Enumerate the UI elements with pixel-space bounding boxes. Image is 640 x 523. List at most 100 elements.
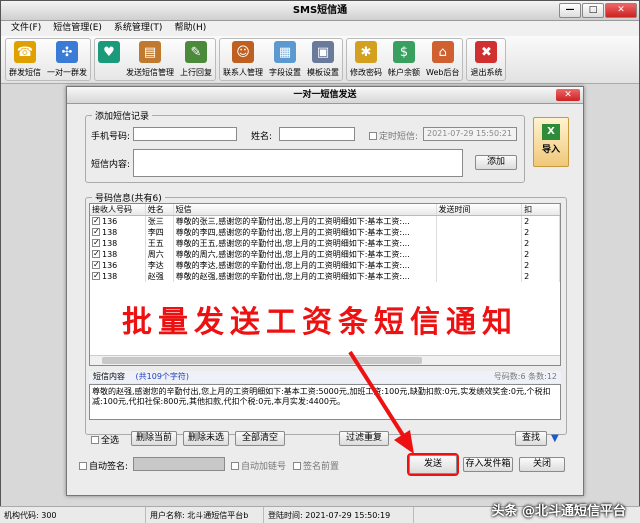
row-checkbox[interactable] [92, 227, 100, 237]
auto-add-num-box[interactable] [231, 462, 239, 470]
password-icon: ✱ [355, 41, 377, 63]
toolbar-label: 发送短信管理 [126, 68, 174, 77]
toolbar-group3: ☺ 联系人管理 ▦ 字段设置 ▣ 模板设置 [219, 38, 343, 81]
sms-preview[interactable]: 尊敬的赵强,感谢您的辛勤付出,您上月的工资明细如下:基本工资:5000元,加班工… [89, 384, 561, 420]
toolbar-button-fields[interactable]: ▦ 字段设置 [266, 39, 304, 80]
select-all-checkbox[interactable]: 全选 [91, 433, 119, 446]
table-row[interactable]: 138 李四尊敬的李四,感谢您的辛勤付出,您上月的工资明细如下:基本工资:... 2 [90, 227, 560, 238]
save-outbox-button[interactable]: 存入发件箱 [463, 457, 513, 472]
toolbar-group4: ✱ 修改密码 $ 帐户余额 ⌂ Web后台 [346, 38, 464, 81]
col-send-time[interactable]: 发送时间 [437, 204, 523, 215]
heart-icon: ♥ [98, 41, 120, 63]
row-phone: 136 [102, 217, 118, 226]
table-row[interactable]: 136 李达尊敬的李达,感谢您的辛勤付出,您上月的工资明细如下:基本工资:... 2 [90, 260, 560, 271]
toolbar-button-exit[interactable]: ✖ 退出系统 [467, 39, 505, 80]
watermark: 头条 @北斗通短信平台 [491, 504, 626, 519]
table-row[interactable]: 138 赵强尊敬的赵强,感谢您的辛勤付出,您上月的工资明细如下:基本工资:... 2 [90, 271, 560, 282]
close-dialog-button[interactable]: 关闭 [519, 457, 565, 472]
toolbar-button-balance[interactable]: $ 帐户余额 [385, 39, 423, 80]
row-name: 赵强 [146, 271, 174, 282]
select-all-box[interactable] [91, 436, 99, 444]
close-button[interactable]: ✕ [605, 3, 637, 18]
toolbar-button-phone[interactable]: ☎ 群发短信 [6, 39, 44, 80]
row-phone: 138 [102, 272, 118, 281]
name-input[interactable] [279, 127, 355, 141]
toolbar-button-template[interactable]: ▣ 模板设置 [304, 39, 342, 80]
toolbar-label: 退出系统 [470, 68, 503, 77]
scheduled-datetime[interactable]: 2021-07-29 15:50:21 [423, 127, 517, 141]
row-checkbox[interactable] [92, 216, 100, 226]
char-count: (共109个字符) [135, 372, 190, 381]
horizontal-scrollbar[interactable] [90, 355, 560, 365]
phone-input[interactable] [133, 127, 237, 141]
row-phone-cell: 136 [90, 260, 146, 271]
col-sms[interactable]: 短信 [174, 204, 437, 215]
find-button[interactable]: 查找 [515, 431, 547, 446]
table-row[interactable]: 136 张三尊敬的张三,感谢您的辛勤付出,您上月的工资明细如下:基本工资:... 2 [90, 216, 560, 227]
toolbar-button-network[interactable]: ✣ 一对一群发 [44, 39, 90, 80]
row-count: 2 [522, 227, 560, 238]
select-all-label: 全选 [101, 436, 120, 446]
auto-sign-box[interactable] [79, 462, 87, 470]
toolbar-button-password[interactable]: ✱ 修改密码 [347, 39, 385, 80]
toolbar-button-contacts[interactable]: ☺ 联系人管理 [220, 39, 266, 80]
fields-icon: ▦ [274, 41, 296, 63]
table-row[interactable]: 138 周六尊敬的周六,感谢您的辛勤付出,您上月的工资明细如下:基本工资:... 2 [90, 249, 560, 260]
row-checkbox[interactable] [92, 260, 100, 270]
auto-add-num-label: 自动加链号 [241, 462, 287, 472]
menu-help[interactable]: 帮助(H) [174, 21, 206, 36]
toolbar-button-heart[interactable]: ♥ [95, 39, 123, 80]
row-phone: 136 [102, 261, 118, 270]
dialog-title: 一对一短信发送 [293, 90, 357, 100]
row-checkbox[interactable] [92, 249, 100, 259]
toolbar-button-send-manage[interactable]: ▤ 发送短信管理 [123, 39, 177, 80]
maximize-button[interactable]: □ [582, 3, 604, 18]
sign-prefix-checkbox[interactable]: 签名前置 [293, 459, 339, 472]
scheduled-checkbox-box[interactable] [369, 132, 377, 140]
delete-current-button[interactable]: 删除当前 [131, 431, 177, 446]
dialog-close-icon[interactable]: ✕ [556, 89, 580, 101]
menu-system[interactable]: 系统管理(T) [114, 21, 163, 36]
menu-bar: 文件(F) 短信管理(E) 系统管理(T) 帮助(H) [1, 21, 639, 36]
menu-file[interactable]: 文件(F) [11, 21, 41, 36]
col-phone[interactable]: 接收人号码 [90, 204, 146, 215]
sign-input[interactable] [133, 457, 225, 471]
delete-unselected-button[interactable]: 删除未选 [183, 431, 229, 446]
sign-prefix-box[interactable] [293, 462, 301, 470]
auto-add-num-checkbox[interactable]: 自动加链号 [231, 459, 286, 472]
row-checkbox[interactable] [92, 238, 100, 248]
row-sms: 尊敬的李达,感谢您的辛勤付出,您上月的工资明细如下:基本工资:... [174, 260, 437, 271]
add-button[interactable]: 添加 [475, 155, 517, 170]
toolbar-label: 群发短信 [9, 68, 41, 77]
table-header: 接收人号码 姓名 短信 发送时间 扣 [90, 204, 560, 216]
row-checkbox[interactable] [92, 271, 100, 281]
row-send-time [437, 227, 523, 238]
toolbar-label: 联系人管理 [223, 68, 263, 77]
toolbar-button-web[interactable]: ⌂ Web后台 [423, 39, 462, 80]
row-sms: 尊敬的赵强,感谢您的辛勤付出,您上月的工资明细如下:基本工资:... [174, 271, 437, 282]
scheduled-checkbox[interactable]: 定时短信: [369, 129, 418, 142]
minimize-button[interactable]: — [559, 3, 581, 18]
row-phone-cell: 138 [90, 271, 146, 282]
content-textarea[interactable] [133, 149, 463, 177]
toolbar-button-reply[interactable]: ✎ 上行回复 [177, 39, 215, 80]
contacts-icon: ☺ [232, 41, 254, 63]
scheduled-label: 定时短信: [379, 132, 419, 142]
row-count: 2 [522, 216, 560, 227]
auto-sign-checkbox[interactable]: 自动签名: [79, 459, 128, 472]
table-row[interactable]: 138 王五尊敬的王五,感谢您的辛勤付出,您上月的工资明细如下:基本工资:... 2 [90, 238, 560, 249]
number-table[interactable]: 接收人号码 姓名 短信 发送时间 扣 136 张三尊敬的张三,感谢您的辛勤付出,您… [89, 203, 561, 366]
menu-sms-manage[interactable]: 短信管理(E) [53, 21, 102, 36]
find-dropdown-icon[interactable]: ▼ [551, 433, 559, 444]
col-name[interactable]: 姓名 [146, 204, 174, 215]
reply-icon: ✎ [185, 41, 207, 63]
import-button[interactable]: X 导入 [533, 117, 569, 167]
overlay-caption: 批量发送工资条短信通知 [122, 305, 518, 340]
col-count[interactable]: 扣 [522, 204, 560, 215]
red-arrow-annotation [348, 350, 414, 454]
clear-all-button[interactable]: 全部清空 [235, 431, 285, 446]
toolbar-label: 帐户余额 [388, 68, 420, 77]
name-label: 姓名: [251, 132, 273, 142]
toolbar-label: 修改密码 [350, 68, 382, 77]
row-name: 李达 [146, 260, 174, 271]
